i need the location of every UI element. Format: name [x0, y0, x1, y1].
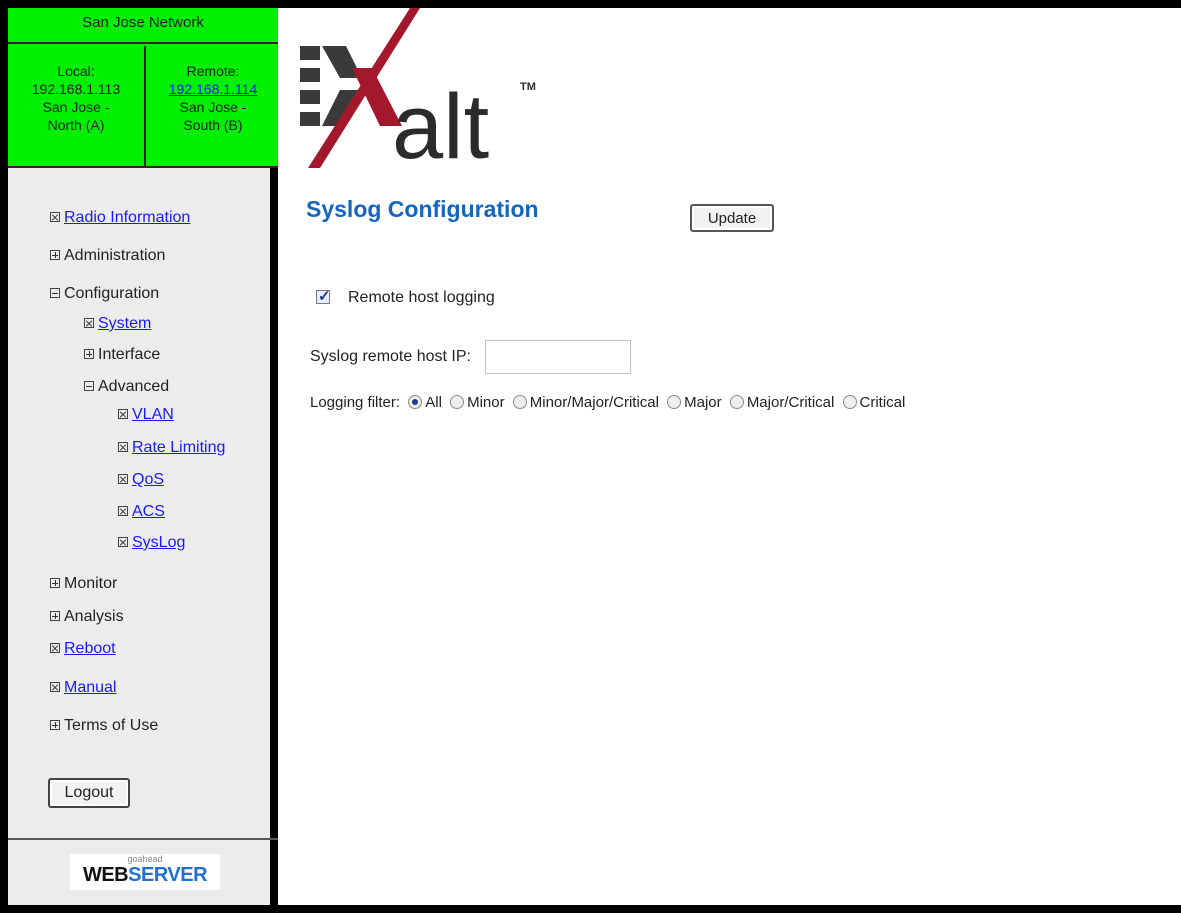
menu-item-radio-information[interactable]: Radio Information — [50, 208, 190, 228]
local-site-line2: North (A) — [47, 117, 105, 133]
menu-item-analysis[interactable]: Analysis — [50, 607, 124, 627]
menu-item-advanced[interactable]: Advanced — [84, 377, 169, 397]
page-title: Syslog Configuration — [306, 196, 539, 222]
syslog-host-ip-row: Syslog remote host IP: — [310, 340, 632, 374]
remote-host-logging-label: Remote host logging — [348, 289, 495, 306]
expand-icon[interactable] — [50, 611, 60, 621]
menu-link-radio-information[interactable]: Radio Information — [64, 209, 190, 226]
logo-bar-2 — [300, 68, 320, 82]
page-icon — [118, 506, 128, 516]
filter-major-label[interactable]: Major — [684, 394, 722, 411]
remote-label: Remote: — [186, 63, 240, 79]
page-icon — [118, 537, 128, 547]
remote-host-logging-checkbox[interactable] — [316, 287, 331, 305]
sidebar: San Jose Network Local: 192.168.1.113 Sa… — [8, 8, 278, 905]
menu-label-administration: Administration — [64, 247, 166, 264]
syslog-host-ip-input[interactable] — [485, 340, 632, 374]
menu-item-rate-limiting[interactable]: Rate Limiting — [118, 438, 225, 458]
menu-item-configuration[interactable]: Configuration — [50, 284, 159, 304]
filter-minor-major-critical-radio[interactable] — [512, 395, 527, 409]
page-icon — [118, 474, 128, 484]
logo-bar-1 — [300, 46, 320, 60]
menu-link-qos[interactable]: QoS — [132, 471, 164, 488]
logo-bar-4 — [300, 112, 320, 126]
menu-item-qos[interactable]: QoS — [118, 470, 164, 490]
filter-major-critical-radio[interactable] — [729, 395, 744, 409]
menu-item-vlan[interactable]: VLAN — [118, 405, 174, 425]
menu-link-reboot[interactable]: Reboot — [64, 640, 116, 657]
filter-minor-radio[interactable] — [450, 395, 465, 409]
expand-icon[interactable] — [50, 720, 60, 730]
menu-label-analysis: Analysis — [64, 608, 124, 625]
filter-all-radio[interactable] — [408, 395, 423, 409]
page-icon — [118, 442, 128, 452]
local-ip: 192.168.1.113 — [31, 81, 121, 97]
nav-menu: Radio Information Administration Configu… — [8, 168, 278, 840]
filter-critical-label[interactable]: Critical — [860, 394, 906, 411]
syslog-host-ip-label: Syslog remote host IP: — [310, 348, 471, 365]
network-title: San Jose Network — [8, 8, 278, 44]
main-content: alt TM Syslog Configuration Update Remot… — [286, 8, 1181, 905]
menu-label-interface: Interface — [98, 346, 161, 363]
filter-critical-radio[interactable] — [842, 395, 857, 409]
network-status-box: San Jose Network Local: 192.168.1.113 Sa… — [8, 8, 278, 168]
local-radio-info: Local: 192.168.1.113 San Jose - North (A… — [8, 46, 146, 168]
menu-item-reboot[interactable]: Reboot — [50, 639, 116, 659]
expand-icon[interactable] — [84, 349, 94, 359]
page-icon — [118, 409, 128, 419]
collapse-icon[interactable] — [84, 381, 94, 391]
menu-link-manual[interactable]: Manual — [64, 679, 116, 696]
remote-site-line2: South (B) — [183, 117, 243, 133]
logo-text: alt — [392, 76, 489, 173]
filter-major-critical-label[interactable]: Major/Critical — [747, 394, 835, 411]
menu-item-administration[interactable]: Administration — [50, 246, 165, 266]
expand-icon[interactable] — [50, 578, 60, 588]
local-label: Local: — [57, 63, 95, 79]
footer-server-text: SERVER — [128, 864, 208, 886]
page-icon — [50, 212, 60, 222]
menu-item-terms-of-use[interactable]: Terms of Use — [50, 716, 158, 736]
local-site-line1: San Jose - — [42, 99, 110, 115]
logging-filter-label: Logging filter: — [310, 394, 401, 411]
menu-label-advanced: Advanced — [98, 378, 170, 395]
menu-item-system[interactable]: System — [84, 314, 151, 334]
remote-radio-info: Remote: 192.168.1.114 San Jose - South (… — [148, 46, 278, 168]
filter-minor-major-critical-label[interactable]: Minor/Major/Critical — [530, 394, 659, 411]
menu-label-monitor: Monitor — [64, 575, 118, 592]
menu-item-manual[interactable]: Manual — [50, 678, 116, 698]
collapse-icon[interactable] — [50, 288, 60, 298]
footer-small-text: goahead — [127, 854, 163, 864]
menu-item-acs[interactable]: ACS — [118, 502, 165, 522]
menu-link-system[interactable]: System — [98, 315, 151, 332]
expand-icon[interactable] — [50, 250, 60, 260]
update-button[interactable]: Update — [690, 204, 774, 232]
filter-all-label[interactable]: All — [425, 394, 442, 411]
menu-link-vlan[interactable]: VLAN — [132, 406, 174, 423]
page-icon — [50, 682, 60, 692]
filter-minor-label[interactable]: Minor — [467, 394, 505, 411]
menu-link-syslog[interactable]: SysLog — [132, 534, 185, 551]
remote-host-logging-row: Remote host logging — [316, 287, 495, 307]
menu-item-syslog[interactable]: SysLog — [118, 533, 185, 553]
logout-button[interactable]: Logout — [48, 778, 130, 808]
app-frame: San Jose Network Local: 192.168.1.113 Sa… — [8, 8, 1181, 905]
page-icon — [50, 643, 60, 653]
logo-tm: TM — [520, 81, 536, 93]
menu-label-terms-of-use: Terms of Use — [64, 717, 159, 734]
footer-web-text: WEB — [82, 864, 129, 886]
menu-link-acs[interactable]: ACS — [132, 503, 165, 520]
menu-link-rate-limiting[interactable]: Rate Limiting — [132, 439, 225, 456]
logo-bar-3 — [300, 90, 320, 104]
logging-filter-row: Logging filter: All Minor Minor/Major/Cr… — [310, 394, 905, 411]
goahead-webserver-logo: goahead WEBSERVER — [70, 854, 220, 890]
remote-ip-link[interactable]: 192.168.1.114 — [169, 81, 258, 97]
filter-major-radio[interactable] — [667, 395, 682, 409]
menu-label-configuration: Configuration — [64, 285, 160, 302]
remote-site-line1: San Jose - — [179, 99, 247, 115]
page-icon — [84, 318, 94, 328]
menu-item-interface[interactable]: Interface — [84, 345, 160, 365]
menu-item-monitor[interactable]: Monitor — [50, 574, 117, 594]
exalt-logo: alt TM — [300, 8, 536, 173]
